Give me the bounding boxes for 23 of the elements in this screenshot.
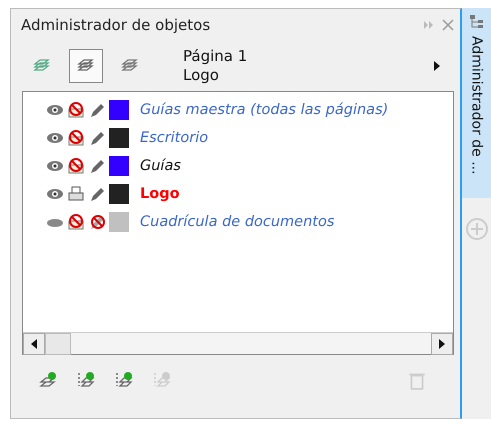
side-tab[interactable]: Administrador de ...	[462, 8, 491, 198]
scroll-right-button[interactable]	[431, 333, 453, 355]
layer-item[interactable]: Guías	[140, 158, 181, 174]
right-arrow-icon	[439, 339, 445, 349]
side-tab-label: Administrador de ...	[468, 36, 484, 175]
left-arrow-icon	[31, 339, 37, 349]
toolbar-button[interactable]	[69, 49, 103, 83]
layer-item[interactable]: Cuadrícula de documentos	[140, 214, 334, 230]
layer-name: Logo	[183, 66, 220, 85]
page-name: Página 1	[183, 47, 248, 66]
layer-item[interactable]: Logo	[140, 186, 180, 202]
scroll-left-button[interactable]	[23, 333, 45, 355]
new-master-layer-icon	[115, 371, 133, 389]
next-page-icon[interactable]	[434, 61, 440, 71]
tree-icon	[468, 14, 484, 30]
close-icon[interactable]	[442, 19, 454, 31]
scroll-thumb[interactable]	[45, 333, 71, 355]
panel-title: Administrador de objetos	[21, 16, 212, 34]
layer-item[interactable]: Escritorio	[140, 130, 208, 146]
new-layer-icon	[39, 371, 57, 389]
new-master-layer-icon	[153, 371, 171, 389]
layer-item[interactable]: Guías maestra (todas las páginas)	[140, 102, 388, 118]
new-master-layer-icon	[77, 371, 95, 389]
